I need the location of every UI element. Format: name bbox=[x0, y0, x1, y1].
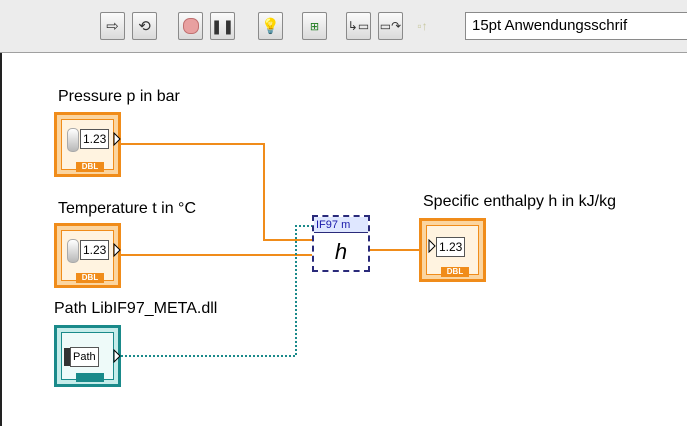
path-label: Path LibIF97_META.dll bbox=[54, 300, 218, 317]
path-control[interactable]: Path bbox=[54, 325, 121, 387]
pressure-label: Pressure p in bar bbox=[58, 88, 180, 105]
output-arrow-icon bbox=[113, 349, 121, 363]
temperature-value: 1.23 bbox=[80, 240, 110, 260]
if97-subvi[interactable]: IF97 m h bbox=[312, 215, 370, 272]
subvi-symbol: h bbox=[334, 239, 348, 264]
path-type-badge bbox=[76, 373, 104, 382]
temperature-label: Temperature t in °C bbox=[58, 200, 197, 217]
pressure-value: 1.23 bbox=[80, 129, 110, 149]
path-wire bbox=[121, 225, 312, 357]
enthalpy-value: 1.23 bbox=[436, 237, 466, 257]
temperature-type-badge: DBL bbox=[76, 273, 104, 283]
subvi-title: IF97 m bbox=[314, 217, 368, 233]
pressure-control[interactable]: 1.23 DBL bbox=[54, 112, 121, 177]
enthalpy-indicator[interactable]: 1.23 DBL bbox=[419, 218, 486, 282]
output-arrow-icon bbox=[113, 132, 121, 146]
output-arrow-icon bbox=[113, 243, 121, 257]
temperature-control[interactable]: 1.23 DBL bbox=[54, 223, 121, 288]
enthalpy-label: Specific enthalpy h in kJ/kg bbox=[423, 193, 616, 210]
pressure-type-badge: DBL bbox=[76, 162, 104, 172]
pressure-wire bbox=[121, 143, 312, 241]
input-arrow-icon bbox=[428, 239, 436, 253]
path-value: Path bbox=[70, 347, 99, 367]
enthalpy-type-badge: DBL bbox=[441, 267, 469, 277]
spinner-icon bbox=[67, 239, 79, 263]
spinner-icon bbox=[67, 128, 79, 152]
